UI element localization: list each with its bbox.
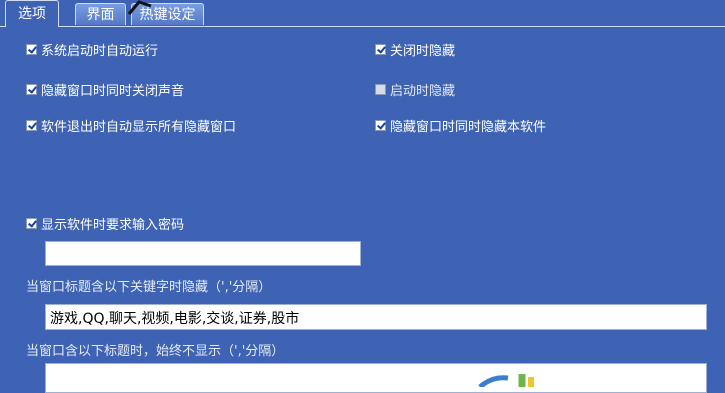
tab-options[interactable]: 选项: [5, 0, 59, 27]
checkbox-require-password[interactable]: [26, 217, 37, 229]
tab-arrow-decoration-icon: [127, 0, 152, 15]
option-mute-on-hide-label: 隐藏窗口时同时关闭声音: [41, 83, 185, 99]
option-show-on-exit-label: 软件退出时自动显示所有隐藏窗口: [41, 119, 237, 135]
keywords-input[interactable]: 游戏,QQ,聊天,视频,电影,交谈,证券,股市: [45, 304, 707, 330]
option-hide-self-label: 隐藏窗口时同时隐藏本软件: [390, 119, 547, 135]
checkbox-hide-on-close[interactable]: [375, 43, 386, 55]
checkbox-show-on-exit[interactable]: [26, 119, 37, 131]
option-autostart[interactable]: 系统启动时自动运行: [26, 40, 159, 59]
checkbox-mute-on-hide[interactable]: [26, 83, 37, 95]
option-require-password-label: 显示软件时要求输入密码: [41, 217, 185, 233]
option-hide-self[interactable]: 隐藏窗口时同时隐藏本软件: [375, 116, 547, 135]
never-show-label: 当窗口含以下标题时，始终不显示（','分隔）: [26, 344, 285, 359]
option-mute-on-hide[interactable]: 隐藏窗口时同时关闭声音: [26, 80, 185, 99]
tab-divider: [0, 26, 725, 27]
option-hide-on-start-label: 启动时隐藏: [390, 83, 456, 99]
password-input[interactable]: [45, 241, 361, 266]
option-hide-on-close-label: 关闭时隐藏: [390, 43, 456, 59]
logo-decoration-icon: [478, 374, 534, 387]
keywords-label: 当窗口标题含以下关键字时隐藏（','分隔）: [26, 280, 272, 295]
option-require-password[interactable]: 显示软件时要求输入密码: [26, 214, 185, 233]
checkbox-autostart[interactable]: [26, 43, 37, 55]
never-show-input[interactable]: [45, 363, 707, 393]
option-hide-on-close[interactable]: 关闭时隐藏: [375, 40, 456, 59]
tab-bar: 选项 界面 热键设定: [0, 0, 725, 27]
checkbox-hide-on-start[interactable]: [375, 83, 386, 95]
option-autostart-label: 系统启动时自动运行: [41, 43, 159, 59]
option-hide-on-start[interactable]: 启动时隐藏: [375, 80, 456, 99]
tab-interface[interactable]: 界面: [75, 3, 126, 25]
checkbox-hide-self[interactable]: [375, 119, 386, 131]
option-show-on-exit[interactable]: 软件退出时自动显示所有隐藏窗口: [26, 116, 237, 135]
